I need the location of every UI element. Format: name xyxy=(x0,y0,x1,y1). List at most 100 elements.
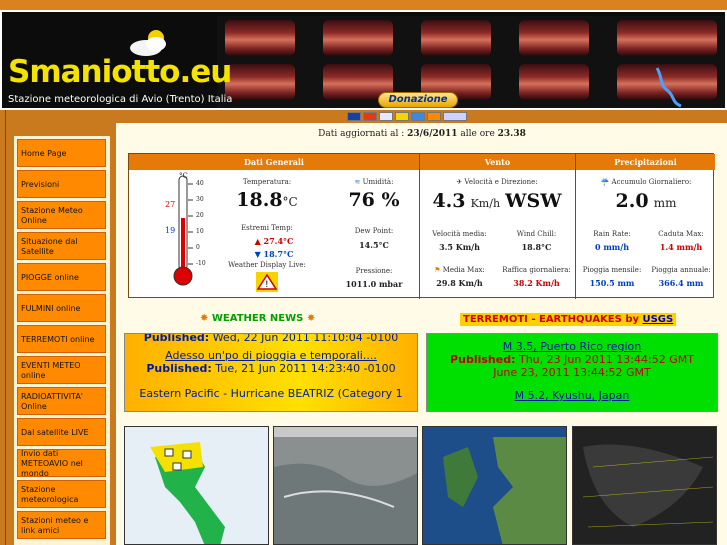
italy-alert-map[interactable] xyxy=(124,426,269,545)
nav-radioattivita[interactable]: RADIOATTIVITA' Online xyxy=(17,387,106,415)
header-dati-generali: Dati Generali xyxy=(129,154,419,170)
dew-label: Dew Point: xyxy=(354,227,394,235)
month-rain-label: Pioggia mensile: xyxy=(582,266,642,274)
nav-piogge[interactable]: PIOGGE online xyxy=(17,263,106,291)
updated-time: 23.38 xyxy=(497,129,526,139)
humidity-value: 76 % xyxy=(348,189,400,211)
pressure-label: Pressione: xyxy=(355,267,393,275)
wind-direction: WSW xyxy=(505,190,562,212)
temp-max-text: 27.4°C xyxy=(263,236,294,246)
inner-frame: Home Page Previsioni Stazione Meteo Onli… xyxy=(5,110,727,545)
donate-button[interactable]: Donazione xyxy=(378,92,458,108)
nav-stazioni-amici[interactable]: Stazioni meteo e link amici xyxy=(17,511,106,539)
pub-date: Tue, 21 Jun 2011 14:23:40 -0100 xyxy=(215,362,396,375)
wind-value-wrap: 4.3 Km/h WSW xyxy=(422,190,572,212)
humidity-label: ≋ Umidità: xyxy=(334,178,414,186)
update-timestamp: Dati aggiornati al : 23/6/2011 alle ore … xyxy=(116,129,727,139)
thermo-tick-40: 40 xyxy=(196,180,204,187)
earthquakes-title[interactable]: TERREMOTI - EARTHQUAKES by USGS xyxy=(460,313,677,326)
thermo-min: 19 xyxy=(165,226,176,235)
header-vento: Vento xyxy=(420,154,575,170)
warning-icon[interactable]: ! xyxy=(256,272,278,292)
wind-label: ✈ Velocità e Direzione: xyxy=(422,178,572,186)
sidebar: Home Page Previsioni Stazione Meteo Onli… xyxy=(14,136,110,545)
rain-icon: ☔ xyxy=(600,178,612,186)
updated-prefix: Dati aggiornati al : xyxy=(318,129,405,139)
thermo-unit: °C xyxy=(179,172,188,180)
nav-stazione-meteo[interactable]: Stazione Meteo Online xyxy=(17,201,106,229)
thermo-tick-30: 30 xyxy=(196,196,204,203)
lightning-map-image[interactable] xyxy=(572,426,717,545)
rain-value-wrap: 2.0 mm xyxy=(578,190,714,212)
pub-date: Thu, 23 Jun 2011 13:44:52 GMT xyxy=(518,353,694,366)
nav-stazione-meteorologica[interactable]: Stazione meteorologica xyxy=(17,480,106,508)
temp-min-value: ▼ 18.7°C xyxy=(239,249,309,259)
nav-previsioni[interactable]: Previsioni xyxy=(17,170,106,198)
thermo-tick-10: 10 xyxy=(196,228,204,235)
wind-speed: 4.3 xyxy=(432,190,466,212)
satellite-alps-image[interactable] xyxy=(273,426,418,545)
up-arrow-icon: ▲ xyxy=(254,236,264,246)
pub-label: Published: xyxy=(143,333,210,344)
europe-map-icon xyxy=(423,427,566,544)
alps-satellite-icon xyxy=(274,427,417,544)
europe-satellite-image[interactable] xyxy=(422,426,567,545)
nav-invio-dati[interactable]: Invio dati METEOAVIO nel mondo xyxy=(17,449,106,478)
thermo-tick-minus10: -10 xyxy=(196,260,206,267)
nav-eventi-meteo[interactable]: EVENTI METEO online xyxy=(17,356,106,384)
quake-date: June 23, 2011 13:44:52 GMT xyxy=(493,366,651,379)
temp-unit: °C xyxy=(282,195,298,209)
news-link[interactable]: Adesso un'po di pioggia e temporali.... xyxy=(125,349,417,362)
thermo-max: 27 xyxy=(165,200,176,209)
updated-date: 23/6/2011 xyxy=(407,129,458,139)
rain-value: 2.0 xyxy=(615,190,649,212)
quake-link[interactable]: M 5.2, Kyushu, Japan xyxy=(427,389,717,402)
temp-value: 18.8 xyxy=(236,189,283,211)
rain-rate-value: 0 mm/h xyxy=(594,242,630,252)
weather-table: Dati Generali Vento Precipitazioni °C 40… xyxy=(128,153,715,299)
pub-label: Published: xyxy=(146,362,212,375)
temp-max-value: ▲ 27.4°C xyxy=(239,236,309,246)
usgs-link[interactable]: USGS xyxy=(642,314,673,325)
nav-satellite[interactable]: Situazione dal Satellite xyxy=(17,232,106,260)
main-panel: Dati aggiornati al : 23/6/2011 alle ore … xyxy=(116,123,727,545)
news-icon: ✸ xyxy=(200,313,212,324)
weather-news-title[interactable]: ✸ WEATHER NEWS ✸ xyxy=(200,313,315,324)
weather-news-text: WEATHER NEWS xyxy=(211,313,304,324)
earthquake-ticker[interactable]: M 3.5, Puerto Rico region Published: Thu… xyxy=(426,333,718,412)
dew-value: 14.5°C xyxy=(359,240,389,250)
wind-avg-label: Velocità media: xyxy=(432,230,487,238)
display-label: Weather Display Live: xyxy=(228,261,306,269)
sunset-banner xyxy=(217,16,725,108)
fall-max-value: 1.4 mm/h xyxy=(659,242,703,252)
humidity-label-text: Umidità: xyxy=(362,178,394,186)
extremes-label: Estremi Temp: xyxy=(241,224,293,232)
lake-garda-icon xyxy=(655,67,682,108)
site-logo[interactable]: Smaniotto.eu xyxy=(8,54,232,90)
news-item[interactable]: Eastern Pacific - Hurricane BEATRIZ (Cat… xyxy=(125,387,417,400)
down-arrow-icon: ▼ xyxy=(254,249,264,259)
header-precipitazioni: Precipitazioni xyxy=(576,154,715,170)
eq-title-text: TERREMOTI - EARTHQUAKES by xyxy=(463,314,639,325)
nav-satellite-live[interactable]: Dal satellite LIVE xyxy=(17,418,106,446)
wind-label-text: Velocità e Direzione: xyxy=(464,178,538,186)
weather-news-ticker[interactable]: Published: Wed, 22 Jun 2011 11:10:04 -01… xyxy=(124,333,418,412)
nav-terremoti[interactable]: TERREMOTI online xyxy=(17,325,106,353)
year-rain-label: Pioggia annuale: xyxy=(651,266,711,274)
italy-map-icon xyxy=(125,427,268,544)
temp-value-wrap: 18.8°C xyxy=(227,189,307,211)
pub-label: Published: xyxy=(450,353,516,366)
month-rain-value: 150.5 mm xyxy=(589,278,635,288)
nav-home[interactable]: Home Page xyxy=(17,139,106,167)
svg-text:!: ! xyxy=(265,280,269,290)
wind-unit: Km/h xyxy=(470,197,501,210)
nav-fulmini[interactable]: FULMINI online xyxy=(17,294,106,322)
content-area: Home Page Previsioni Stazione Meteo Onli… xyxy=(0,110,727,545)
rain-unit: mm xyxy=(653,196,677,210)
rain-label: ☔ Accumulo Giornaliero: xyxy=(578,178,714,186)
quake-link[interactable]: M 3.5, Puerto Rico region xyxy=(427,340,717,353)
rain-label-text: Accumulo Giornaliero: xyxy=(611,178,692,186)
pub-date: Wed, 22 Jun 2011 11:10:04 -0100 xyxy=(212,333,399,344)
station-subtitle: Stazione meteorologica di Avio (Trento) … xyxy=(8,94,233,105)
news-row: ✸ WEATHER NEWS ✸ TERREMOTI - EARTHQUAKES… xyxy=(116,308,727,330)
